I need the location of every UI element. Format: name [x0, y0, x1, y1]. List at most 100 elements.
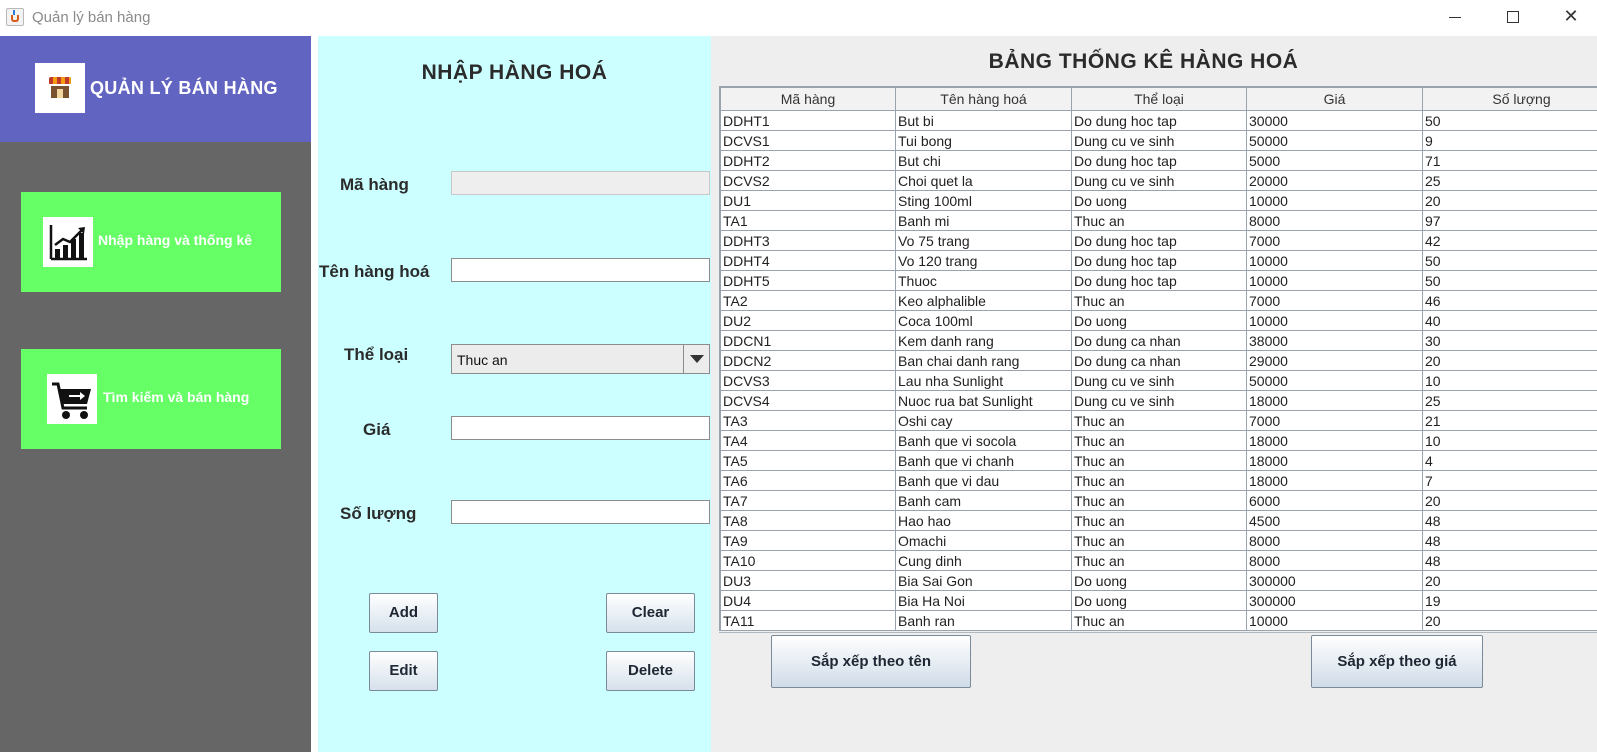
sidebar-item-import-statistics[interactable]: Nhập hàng và thống kê: [21, 192, 281, 292]
so-luong-field[interactable]: [451, 500, 710, 524]
table-cell[interactable]: TA5: [720, 450, 896, 471]
table-cell[interactable]: 71: [1422, 150, 1597, 171]
table-cell[interactable]: But chi: [895, 150, 1072, 171]
table-cell[interactable]: 97: [1422, 210, 1597, 231]
table-cell[interactable]: TA7: [720, 490, 896, 511]
table-cell[interactable]: Coca 100ml: [895, 310, 1072, 331]
table-row[interactable]: DCVS4 Nuoc rua bat Sunlight Dung cu ve sin…: [720, 390, 1597, 411]
table-row[interactable]: TA3 Oshi cay Thuc an 7000 21: [720, 410, 1597, 431]
table-cell[interactable]: 50: [1422, 110, 1597, 131]
table-cell[interactable]: Do uong: [1071, 190, 1247, 211]
table-cell[interactable]: 7000: [1246, 230, 1423, 251]
table-row[interactable]: DDHT5 Thuoc Do dung hoc tap 10000 50: [720, 270, 1597, 291]
table-cell[interactable]: 7000: [1246, 290, 1423, 311]
table-cell[interactable]: 30000: [1246, 110, 1423, 131]
table-cell[interactable]: TA8: [720, 510, 896, 531]
table-row[interactable]: TA10 Cung dinh Thuc an 8000 48: [720, 550, 1597, 571]
clear-button[interactable]: Clear: [606, 593, 695, 633]
column-header-so-luong[interactable]: Số lượng: [1422, 87, 1597, 111]
table-cell[interactable]: TA4: [720, 430, 896, 451]
table-cell[interactable]: 50: [1422, 250, 1597, 271]
table-cell[interactable]: DDHT4: [720, 250, 896, 271]
table-cell[interactable]: 18000: [1246, 430, 1423, 451]
table-cell[interactable]: 20: [1422, 570, 1597, 591]
table-cell[interactable]: 300000: [1246, 570, 1423, 591]
table-row[interactable]: TA4 Banh que vi socola Thuc an 18000 10: [720, 430, 1597, 451]
table-cell[interactable]: DDCN1: [720, 330, 896, 351]
table-cell[interactable]: 300000: [1246, 590, 1423, 611]
table-cell[interactable]: DDHT5: [720, 270, 896, 291]
table-cell[interactable]: Banh que vi chanh: [895, 450, 1072, 471]
table-cell[interactable]: 30: [1422, 330, 1597, 351]
table-cell[interactable]: Do dung hoc tap: [1071, 250, 1247, 271]
table-cell[interactable]: Thuc an: [1071, 410, 1247, 431]
minimize-button[interactable]: [1426, 0, 1484, 34]
gia-field[interactable]: [451, 416, 710, 440]
table-row[interactable]: DDHT3 Vo 75 trang Do dung hoc tap 7000 42: [720, 230, 1597, 251]
table-cell[interactable]: Do dung ca nhan: [1071, 350, 1247, 371]
table-cell[interactable]: DDHT1: [720, 110, 896, 131]
table-row[interactable]: DU2 Coca 100ml Do uong 10000 40: [720, 310, 1597, 331]
table-row[interactable]: DCVS1 Tui bong Dung cu ve sinh 50000 9: [720, 130, 1597, 151]
table-cell[interactable]: 4500: [1246, 510, 1423, 531]
table-cell[interactable]: 4: [1422, 450, 1597, 471]
table-cell[interactable]: Ban chai danh rang: [895, 350, 1072, 371]
table-cell[interactable]: Choi quet la: [895, 170, 1072, 191]
table-cell[interactable]: 8000: [1246, 550, 1423, 571]
table-cell[interactable]: Tui bong: [895, 130, 1072, 151]
table-cell[interactable]: 8000: [1246, 210, 1423, 231]
table-cell[interactable]: Do uong: [1071, 570, 1247, 591]
table-cell[interactable]: Hao hao: [895, 510, 1072, 531]
table-cell[interactable]: Bia Ha Noi: [895, 590, 1072, 611]
table-cell[interactable]: Banh que vi dau: [895, 470, 1072, 491]
table-cell[interactable]: Banh mi: [895, 210, 1072, 231]
table-cell[interactable]: Bia Sai Gon: [895, 570, 1072, 591]
table-cell[interactable]: Dung cu ve sinh: [1071, 390, 1247, 411]
table-cell[interactable]: DU1: [720, 190, 896, 211]
table-cell[interactable]: 19: [1422, 590, 1597, 611]
table-row[interactable]: DU3 Bia Sai Gon Do uong 300000 20: [720, 570, 1597, 591]
table-cell[interactable]: 48: [1422, 530, 1597, 551]
table-cell[interactable]: 10000: [1246, 270, 1423, 291]
table-cell[interactable]: DU2: [720, 310, 896, 331]
table-cell[interactable]: Do dung hoc tap: [1071, 110, 1247, 131]
table-cell[interactable]: Banh ran: [895, 610, 1072, 631]
table-row[interactable]: DCVS2 Choi quet la Dung cu ve sinh 20000 25: [720, 170, 1597, 191]
table-cell[interactable]: 48: [1422, 550, 1597, 571]
table-cell[interactable]: Lau nha Sunlight: [895, 370, 1072, 391]
table-cell[interactable]: 10000: [1246, 310, 1423, 331]
table-cell[interactable]: 50000: [1246, 370, 1423, 391]
table-cell[interactable]: Thuc an: [1071, 470, 1247, 491]
table-cell[interactable]: 50000: [1246, 130, 1423, 151]
table-cell[interactable]: Thuc an: [1071, 450, 1247, 471]
table-cell[interactable]: Thuc an: [1071, 430, 1247, 451]
table-cell[interactable]: TA3: [720, 410, 896, 431]
column-header-ma-hang[interactable]: Mã hàng: [720, 87, 896, 111]
table-cell[interactable]: 46: [1422, 290, 1597, 311]
table-cell[interactable]: TA1: [720, 210, 896, 231]
table-cell[interactable]: DDCN2: [720, 350, 896, 371]
table-row[interactable]: DCVS3 Lau nha Sunlight Dung cu ve sinh 5000…: [720, 370, 1597, 391]
table-cell[interactable]: DU4: [720, 590, 896, 611]
table-cell[interactable]: Do uong: [1071, 310, 1247, 331]
delete-button[interactable]: Delete: [606, 651, 695, 691]
table-cell[interactable]: 20: [1422, 190, 1597, 211]
table-cell[interactable]: DCVS4: [720, 390, 896, 411]
table-cell[interactable]: 8000: [1246, 530, 1423, 551]
table-cell[interactable]: TA2: [720, 290, 896, 311]
table-row[interactable]: DDHT4 Vo 120 trang Do dung hoc tap 10000 50: [720, 250, 1597, 271]
table-row[interactable]: TA8 Hao hao Thuc an 4500 48: [720, 510, 1597, 531]
table-cell[interactable]: 20: [1422, 610, 1597, 631]
table-cell[interactable]: 10000: [1246, 190, 1423, 211]
maximize-button[interactable]: [1484, 0, 1542, 34]
table-cell[interactable]: Thuc an: [1071, 490, 1247, 511]
table-cell[interactable]: TA9: [720, 530, 896, 551]
table-cell[interactable]: Thuc an: [1071, 210, 1247, 231]
table-cell[interactable]: Do dung ca nhan: [1071, 330, 1247, 351]
table-cell[interactable]: 20: [1422, 350, 1597, 371]
table-cell[interactable]: DDHT2: [720, 150, 896, 171]
table-cell[interactable]: 29000: [1246, 350, 1423, 371]
table-cell[interactable]: 25: [1422, 390, 1597, 411]
table-cell[interactable]: 48: [1422, 510, 1597, 531]
table-cell[interactable]: TA10: [720, 550, 896, 571]
